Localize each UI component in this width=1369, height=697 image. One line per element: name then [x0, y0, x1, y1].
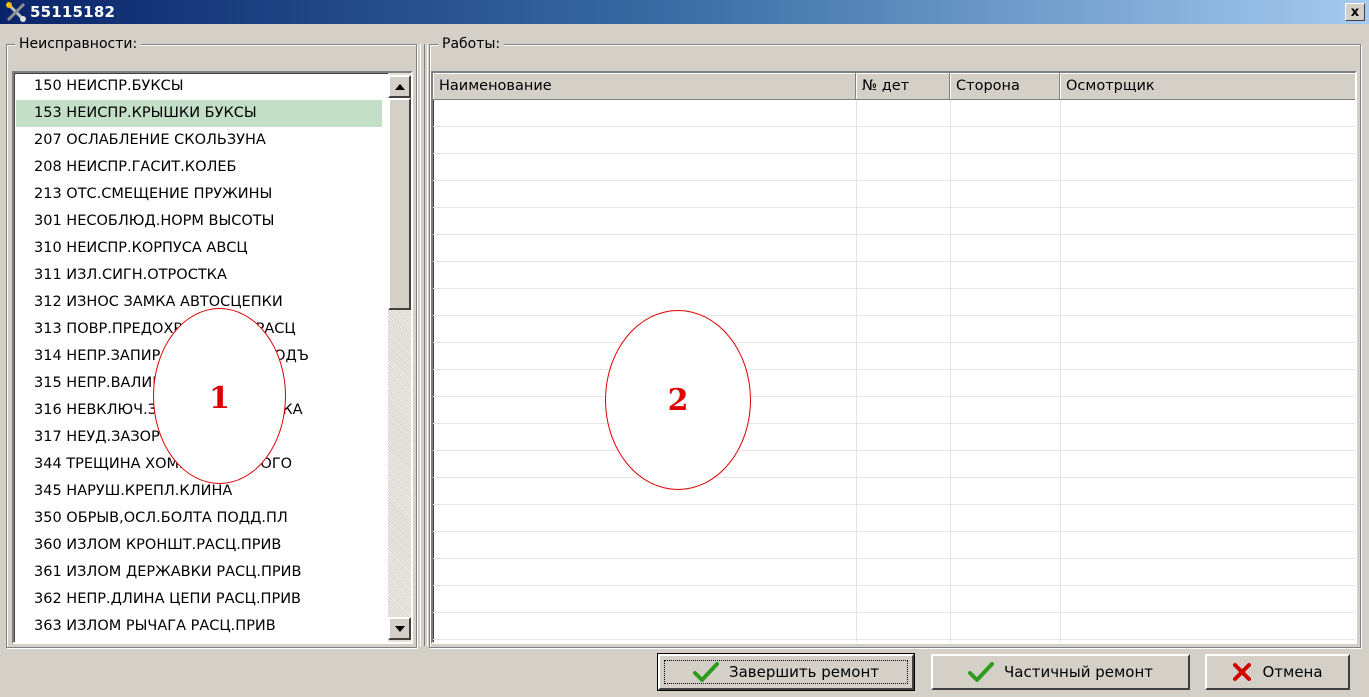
- callout-2-number: 2: [667, 383, 689, 418]
- works-grid-header: Наименование № дет Сторона Осмотрщик: [433, 73, 1355, 100]
- app-icon: [4, 0, 28, 24]
- callout-2: 2: [605, 310, 751, 490]
- cancel-button[interactable]: Отмена: [1205, 654, 1350, 690]
- list-item[interactable]: 150 НЕИСПР.БУКСЫ: [16, 73, 382, 100]
- window-title: 55115182: [30, 3, 116, 21]
- column-header-part-number[interactable]: № дет: [856, 73, 950, 100]
- close-button[interactable]: x: [1345, 3, 1365, 21]
- list-item[interactable]: 153 НЕИСПР.КРЫШКИ БУКСЫ: [16, 100, 382, 127]
- list-item[interactable]: 350 ОБРЫВ,ОСЛ.БОЛТА ПОДД.ПЛ: [16, 505, 382, 532]
- works-grid[interactable]: Наименование № дет Сторона Осмотрщик: [431, 71, 1357, 644]
- arrow-down-icon: [394, 625, 405, 632]
- list-item[interactable]: 301 НЕСОБЛЮД.НОРМ ВЫСОТЫ: [16, 208, 382, 235]
- works-grid-body[interactable]: [433, 100, 1355, 642]
- list-item[interactable]: 208 НЕИСПР.ГАСИТ.КОЛЕБ: [16, 154, 382, 181]
- cancel-label: Отмена: [1262, 663, 1323, 681]
- faults-group-title: Неисправности:: [15, 35, 142, 53]
- faults-scrollbar[interactable]: [388, 73, 411, 642]
- list-item[interactable]: 362 НЕПР.ДЛИНА ЦЕПИ РАСЦ.ПРИВ: [16, 586, 382, 613]
- list-item[interactable]: 361 ИЗЛОМ ДЕРЖАВКИ РАСЦ.ПРИВ: [16, 559, 382, 586]
- scroll-thumb[interactable]: [388, 98, 411, 310]
- finish-repair-button[interactable]: Завершить ремонт: [657, 653, 915, 691]
- list-item[interactable]: 363 ИЗЛОМ РЫЧАГА РАСЦ.ПРИВ: [16, 613, 382, 640]
- arrow-up-icon: [394, 83, 405, 90]
- list-item[interactable]: 311 ИЗЛ.СИГН.ОТРОСТКА: [16, 262, 382, 289]
- column-header-side[interactable]: Сторона: [950, 73, 1060, 100]
- list-item[interactable]: 207 ОСЛАБЛЕНИЕ СКОЛЬЗУНА: [16, 127, 382, 154]
- grid-column-divider: [1060, 100, 1061, 642]
- list-item[interactable]: 345 НАРУШ.КРЕПЛ.КЛИНА: [16, 478, 382, 505]
- scroll-down-button[interactable]: [388, 617, 411, 640]
- close-x-icon: [1233, 663, 1252, 681]
- close-icon: x: [1350, 4, 1360, 20]
- partial-repair-label: Частичный ремонт: [1003, 663, 1154, 681]
- column-header-name[interactable]: Наименование: [433, 73, 856, 100]
- focus-rect: [664, 660, 908, 684]
- title-bar: 55115182 x: [0, 0, 1369, 24]
- list-item[interactable]: 310 НЕИСПР.КОРПУСА АВСЦ: [16, 235, 382, 262]
- grid-column-divider: [950, 100, 951, 642]
- partial-repair-button[interactable]: Частичный ремонт: [931, 654, 1190, 690]
- check-icon: [967, 662, 994, 682]
- callout-1: 1: [153, 308, 286, 484]
- callout-1-number: 1: [209, 381, 230, 416]
- works-group-title: Работы:: [438, 35, 505, 53]
- scroll-up-button[interactable]: [388, 75, 411, 98]
- list-item[interactable]: 360 ИЗЛОМ КРОНШТ.РАСЦ.ПРИВ: [16, 532, 382, 559]
- grid-column-divider: [856, 100, 857, 642]
- column-header-inspector[interactable]: Осмотрщик: [1060, 73, 1355, 100]
- list-item[interactable]: 213 ОТС.СМЕЩЕНИЕ ПРУЖИНЫ: [16, 181, 382, 208]
